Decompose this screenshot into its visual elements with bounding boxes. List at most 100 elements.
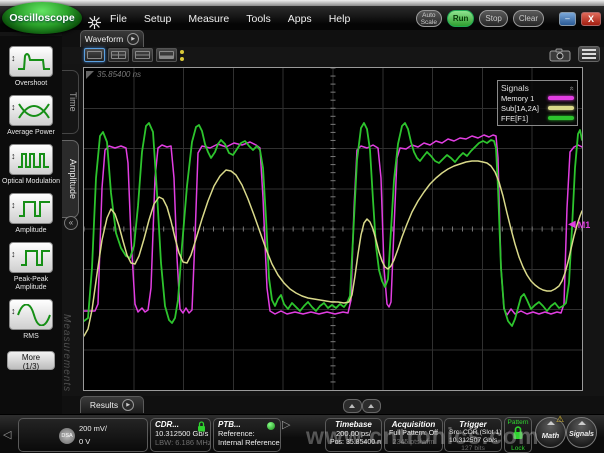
acquisition-title: Acquisition bbox=[389, 420, 438, 429]
sidebar-item-rms[interactable]: ↕RMS bbox=[0, 299, 62, 341]
legend-entry-ffe-f1-[interactable]: FFE[F1] bbox=[501, 113, 574, 123]
timebase-reference-value: 35.85400 ns bbox=[97, 70, 141, 79]
marker-m1[interactable]: ◀ M1 bbox=[568, 220, 590, 230]
marker-m1-arrow-icon: ◀ bbox=[568, 220, 576, 230]
pattern-lock-button[interactable]: Pattern Lock bbox=[504, 417, 532, 453]
clear-button[interactable]: Clear bbox=[513, 10, 544, 27]
tab-menu-arrow-icon[interactable]: ▶ bbox=[127, 33, 139, 45]
legend-entry-label: Sub[1A,2A] bbox=[501, 104, 539, 113]
sidebar-item-optical-modulation[interactable]: ↕ Optical Modulation bbox=[0, 144, 62, 186]
tab-waveform-label: Waveform bbox=[85, 34, 123, 44]
channel-offset: 0 V bbox=[79, 437, 90, 446]
scroll-right-icon[interactable]: ▷ bbox=[282, 418, 290, 431]
menu-items: File Setup Measure Tools Apps Help bbox=[110, 6, 350, 32]
menu-item-help[interactable]: Help bbox=[329, 13, 351, 25]
reference-flag-icon bbox=[86, 71, 94, 79]
more-measurements-button[interactable]: More (1/3) bbox=[7, 351, 55, 370]
sidebar-item-peak-peak-amplitude[interactable]: ↕ Peak-Peak Amplitude bbox=[0, 242, 62, 292]
tab-amplitude[interactable]: Amplitude bbox=[62, 140, 79, 218]
signals-button[interactable]: Signals bbox=[566, 417, 597, 448]
timebase-scale: 200.00 ps/ bbox=[330, 429, 377, 438]
layout-grid-button[interactable] bbox=[156, 48, 177, 62]
average-power-icon[interactable]: ↕ bbox=[9, 95, 53, 126]
sidebar-item-label: Peak-Peak Amplitude bbox=[0, 276, 62, 292]
acquisition-pattern: Full Pattern: Off bbox=[389, 429, 438, 438]
layout-split-button[interactable] bbox=[132, 48, 153, 62]
chevron-up-icon bbox=[578, 421, 586, 425]
ptb-panel[interactable]: PTB... Reference: Internal Reference bbox=[213, 418, 281, 452]
warning-icon: ⚠ bbox=[556, 414, 564, 425]
screenshot-camera-icon[interactable] bbox=[549, 48, 571, 65]
sidebar-item-amplitude[interactable]: ↕Amplitude bbox=[0, 193, 62, 235]
sidebar-item-average-power[interactable]: ↕Average Power bbox=[0, 95, 62, 137]
sidebar-item-overshoot[interactable]: ↕Overshoot bbox=[0, 46, 62, 88]
menu-item-tools[interactable]: Tools bbox=[246, 13, 271, 25]
acquisition-points: 2345 pts/wfm bbox=[389, 438, 438, 447]
legend-entry-sub-1a-2a-[interactable]: Sub[1A,2A] bbox=[501, 103, 574, 113]
waveform-display[interactable]: 35.85400 ns Signals « Memory 1Sub[1A,2A]… bbox=[83, 67, 583, 391]
pattern-lock-top-label: Pattern bbox=[505, 419, 531, 426]
timebase-title: Timebase bbox=[330, 420, 377, 429]
sidebar-collapse-icon[interactable]: « bbox=[64, 216, 78, 230]
auto-scale-button[interactable]: Auto Scale bbox=[416, 10, 442, 27]
trigger-panel[interactable]: Trigger Src: CDR (Slot 1) 10.312507 Gb/s… bbox=[444, 418, 502, 452]
oscilloscope-app-window: File Setup Measure Tools Apps Help Auto Scale… bbox=[0, 0, 604, 453]
legend-color-swatch bbox=[548, 106, 574, 110]
legend-entry-label: Memory 1 bbox=[501, 94, 534, 103]
optical-modulation-icon[interactable]: ↕ bbox=[9, 144, 53, 175]
legend-entry-memory-1[interactable]: Memory 1 bbox=[501, 93, 574, 103]
app-logo: Oscilloscope bbox=[2, 2, 82, 34]
panel-collapse-up-icon[interactable] bbox=[343, 399, 362, 413]
overshoot-icon[interactable]: ↕ bbox=[9, 46, 53, 77]
tab-results[interactable]: Results ▶ bbox=[80, 396, 144, 413]
tab-amplitude-label: Amplitude bbox=[68, 159, 78, 199]
panel-collapse-up-icon-2[interactable] bbox=[362, 399, 381, 413]
layout-single-button[interactable] bbox=[84, 48, 105, 62]
menu-item-apps[interactable]: Apps bbox=[288, 13, 312, 25]
tab-waveform[interactable]: Waveform ▶ bbox=[80, 30, 144, 47]
tab-time-label: Time bbox=[68, 92, 78, 112]
trigger-title: Trigger bbox=[449, 420, 497, 429]
pattern-lock-bottom-label: Lock bbox=[505, 445, 531, 452]
window-controls: Auto Scale Run Stop Clear – X bbox=[416, 10, 601, 27]
rms-icon[interactable]: ↕ bbox=[9, 299, 53, 330]
dsa-badge: DSA bbox=[59, 428, 75, 444]
menu-item-measure[interactable]: Measure bbox=[188, 13, 229, 25]
status-bar: ◁ DSA 200 mV/ 0 V CDR... 10.312500 Gb/s … bbox=[0, 414, 604, 453]
layout-quad-button[interactable] bbox=[108, 48, 129, 62]
status-dot-2 bbox=[180, 57, 184, 61]
signals-legend[interactable]: Signals « Memory 1Sub[1A,2A]FFE[F1] bbox=[497, 80, 578, 126]
acquisition-panel[interactable]: Acquisition Full Pattern: Off 2345 pts/w… bbox=[384, 418, 443, 452]
minimize-button[interactable]: – bbox=[559, 12, 576, 26]
tab-time[interactable]: Time bbox=[62, 70, 79, 134]
results-tab-row: Results ▶ bbox=[62, 396, 604, 414]
legend-color-swatch bbox=[548, 96, 574, 100]
timebase-reference-label: 35.85400 ns bbox=[86, 70, 141, 79]
channel-panel[interactable]: DSA 200 mV/ 0 V bbox=[18, 418, 148, 452]
ptb-reference-label: Reference: bbox=[218, 429, 276, 438]
timebase-panel[interactable]: Timebase 200.00 ps/ Pos: 35.85400 ns bbox=[325, 418, 382, 452]
settings-sun-icon[interactable] bbox=[88, 16, 101, 29]
trigger-bits: 127 bits bbox=[449, 445, 497, 452]
menu-bar: File Setup Measure Tools Apps Help Auto Scale… bbox=[0, 6, 604, 32]
menu-hamburger-icon[interactable] bbox=[578, 46, 600, 62]
close-button[interactable]: X bbox=[581, 12, 601, 26]
peak-peak-amplitude-icon[interactable]: ↕ bbox=[9, 242, 53, 273]
cdr-panel[interactable]: CDR... 10.312500 Gb/s LBW: 6.186 MHz bbox=[150, 418, 211, 452]
stop-button[interactable]: Stop bbox=[479, 10, 507, 27]
tab-menu-arrow-icon[interactable]: ▶ bbox=[122, 399, 134, 411]
sidebar-item-label: Optical Modulation bbox=[0, 178, 62, 186]
menu-item-file[interactable]: File bbox=[110, 13, 127, 25]
menu-item-setup[interactable]: Setup bbox=[144, 13, 171, 25]
scroll-left-icon[interactable]: ◁ bbox=[3, 428, 11, 441]
status-dot-1 bbox=[180, 50, 184, 54]
legend-collapse-icon[interactable]: « bbox=[567, 86, 576, 90]
run-button[interactable]: Run bbox=[447, 10, 475, 27]
signals-button-label: Signals bbox=[567, 431, 596, 438]
led-icon bbox=[267, 422, 275, 430]
lock-icon bbox=[197, 421, 206, 432]
amplitude-icon[interactable]: ↕ bbox=[9, 193, 53, 224]
document-tab-row: Waveform ▶ bbox=[62, 30, 604, 47]
app-logo-text: Oscilloscope bbox=[9, 12, 74, 24]
channel-scale: 200 mV/ bbox=[79, 424, 107, 433]
